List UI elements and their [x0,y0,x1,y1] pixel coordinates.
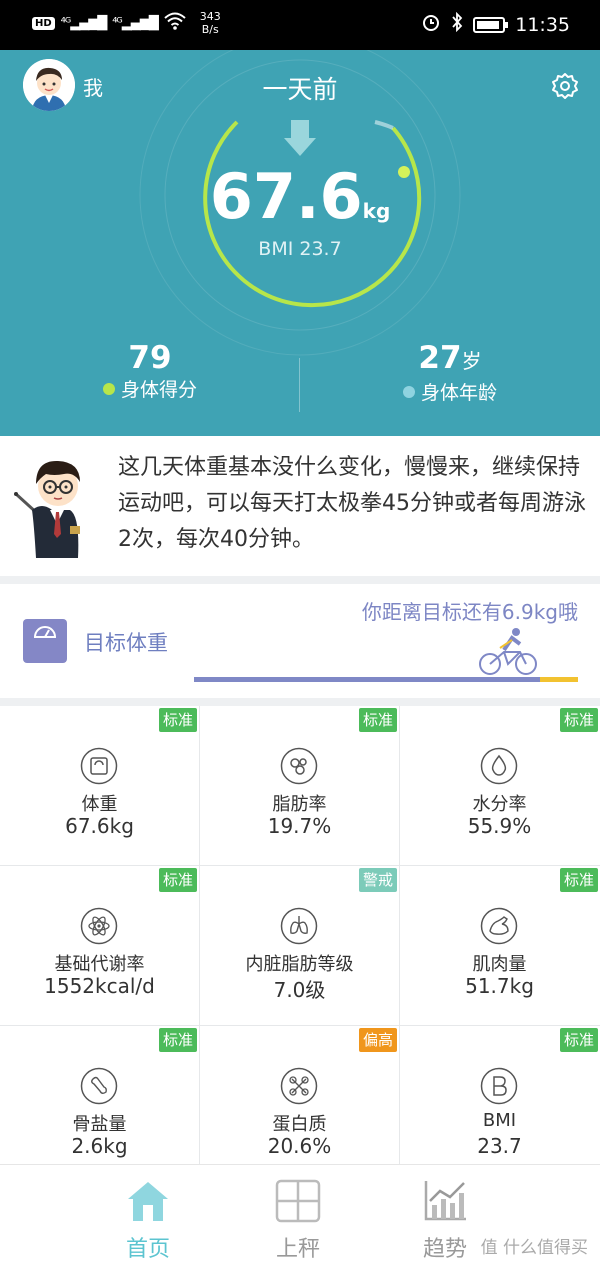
battery-icon [473,16,509,33]
metric-weight[interactable]: 标准 体重 67.6kg [0,706,199,865]
teacher-character-icon [14,454,94,563]
metric-value: 23.7 [477,1134,522,1158]
metric-body-fat[interactable]: 标准 脂肪率 19.7% [200,706,399,865]
metrics-grid: 标准 体重 67.6kg 标准 脂肪率 19.7% 标准 水分率 55.9% 标… [0,706,600,1164]
green-dot-icon [102,383,115,395]
body-age[interactable]: 27岁 身体年龄 [300,340,600,407]
metric-name: BMI [482,1110,517,1131]
advice-card: 这几天体重基本没什么变化，慢慢来，继续保持运动吧，可以每天打太极拳45分钟或者每… [0,436,600,576]
status-bar: HD ⁴ᴳ▂▄▆█ ⁴ᴳ▂▄▆█ 343 B/s 11:35 [0,0,600,50]
status-badge: 标准 [559,708,598,732]
status-badge: 偏高 [358,1028,397,1052]
bottom-tab-bar: 首页 上秤 趋势 值 什么值得买 [0,1164,600,1268]
body-age-unit: 岁 [461,349,482,373]
wifi-icon [164,12,186,34]
metric-value: 67.6kg [65,814,134,838]
goal-message: 你距离目标还有6.9kg哦 [361,600,578,624]
summary-header: 我 一天前 67.6kg BMI 23.7 79 身体得分 27岁 身体年龄 [0,50,600,436]
metric-value: 19.7% [267,814,332,838]
cyclist-icon [476,626,540,680]
gear-icon[interactable] [550,71,580,101]
signal-icon: ⁴ᴳ▂▄▆█ [60,15,108,31]
atom-icon [80,907,118,945]
metric-visceral-fat[interactable]: 警戒 内脏脂肪等级 7.0级 [200,866,399,1025]
alarm-icon [421,12,441,37]
body-score[interactable]: 79 身体得分 [0,340,300,404]
signal-icon-2: ⁴ᴳ▂▄▆█ [112,15,159,31]
body-age-label: 身体年龄 [420,382,497,404]
metric-value: 2.6kg [71,1134,128,1158]
weight-value: 67.6kg [209,160,391,233]
metric-bone-mass[interactable]: 标准 骨盐量 2.6kg [0,1026,199,1164]
muscle-arm-icon [480,907,518,945]
tab-weigh-label: 上秤 [275,1237,320,1262]
trend-chart-icon [385,1179,505,1227]
network-speed: 343 B/s [199,10,221,36]
watermark: 值 什么值得买 [480,1238,588,1258]
metric-bmi[interactable]: 标准 BMI 23.7 [400,1026,600,1164]
blue-dot-icon [402,386,415,398]
clock: 11:35 [515,13,570,36]
metric-name: 基础代谢率 [54,954,145,975]
status-badge: 标准 [358,708,397,732]
metric-name: 肌肉量 [472,954,527,975]
status-badge: 警戒 [358,868,397,892]
tab-weigh[interactable]: 上秤 [238,1179,358,1263]
bmi-icon [480,1067,518,1105]
metric-value: 7.0级 [273,978,326,1002]
scale-icon [23,619,67,663]
goal-progress-bar [194,677,578,682]
metric-name: 体重 [81,794,118,815]
body-age-value: 27 [418,340,462,376]
metric-protein[interactable]: 偏高 蛋白质 20.6% [200,1026,399,1164]
metric-value: 51.7kg [465,974,534,998]
metric-water[interactable]: 标准 水分率 55.9% [400,706,600,865]
target-weight-label: 目标体重 [84,631,168,655]
status-badge: 标准 [158,868,197,892]
lungs-icon [280,907,318,945]
bone-icon [80,1067,118,1105]
advice-text: 这几天体重基本没什么变化，慢慢来，继续保持运动吧，可以每天打太极拳45分钟或者每… [118,455,586,552]
scale-grid-icon [238,1179,358,1227]
body-score-label: 身体得分 [120,379,197,401]
metric-name: 脂肪率 [272,794,327,815]
metric-name: 水分率 [472,794,527,815]
metric-name: 蛋白质 [272,1114,327,1135]
water-drop-icon [480,747,518,785]
down-arrow-icon [284,120,316,156]
tab-home[interactable]: 首页 [88,1179,208,1263]
metric-value: 55.9% [467,814,532,838]
fat-icon [280,747,318,785]
bluetooth-icon [451,11,463,37]
status-badge: 标准 [559,1028,598,1052]
metric-value: 1552kcal/d [44,974,155,998]
status-badge: 标准 [559,868,598,892]
status-badge: 标准 [158,708,197,732]
protein-icon [280,1067,318,1105]
metric-bmr[interactable]: 标准 基础代谢率 1552kcal/d [0,866,199,1025]
metric-name: 内脏脂肪等级 [245,954,354,975]
metric-muscle[interactable]: 标准 肌肉量 51.7kg [400,866,600,1025]
metric-name: 骨盐量 [72,1114,127,1135]
goal-progress-remaining [539,677,578,682]
weight-unit: kg [362,199,391,223]
metric-value: 20.6% [267,1134,332,1158]
scale-icon [80,747,118,785]
tab-home-label: 首页 [125,1237,170,1262]
hd-icon: HD [32,16,55,30]
bmi-readout: BMI 23.7 [258,238,342,260]
status-badge: 标准 [158,1028,197,1052]
body-score-value: 79 [128,340,172,376]
target-weight-card[interactable]: 你距离目标还有6.9kg哦 目标体重 [0,584,600,698]
page-title: 一天前 [262,75,338,104]
home-icon [88,1179,208,1227]
